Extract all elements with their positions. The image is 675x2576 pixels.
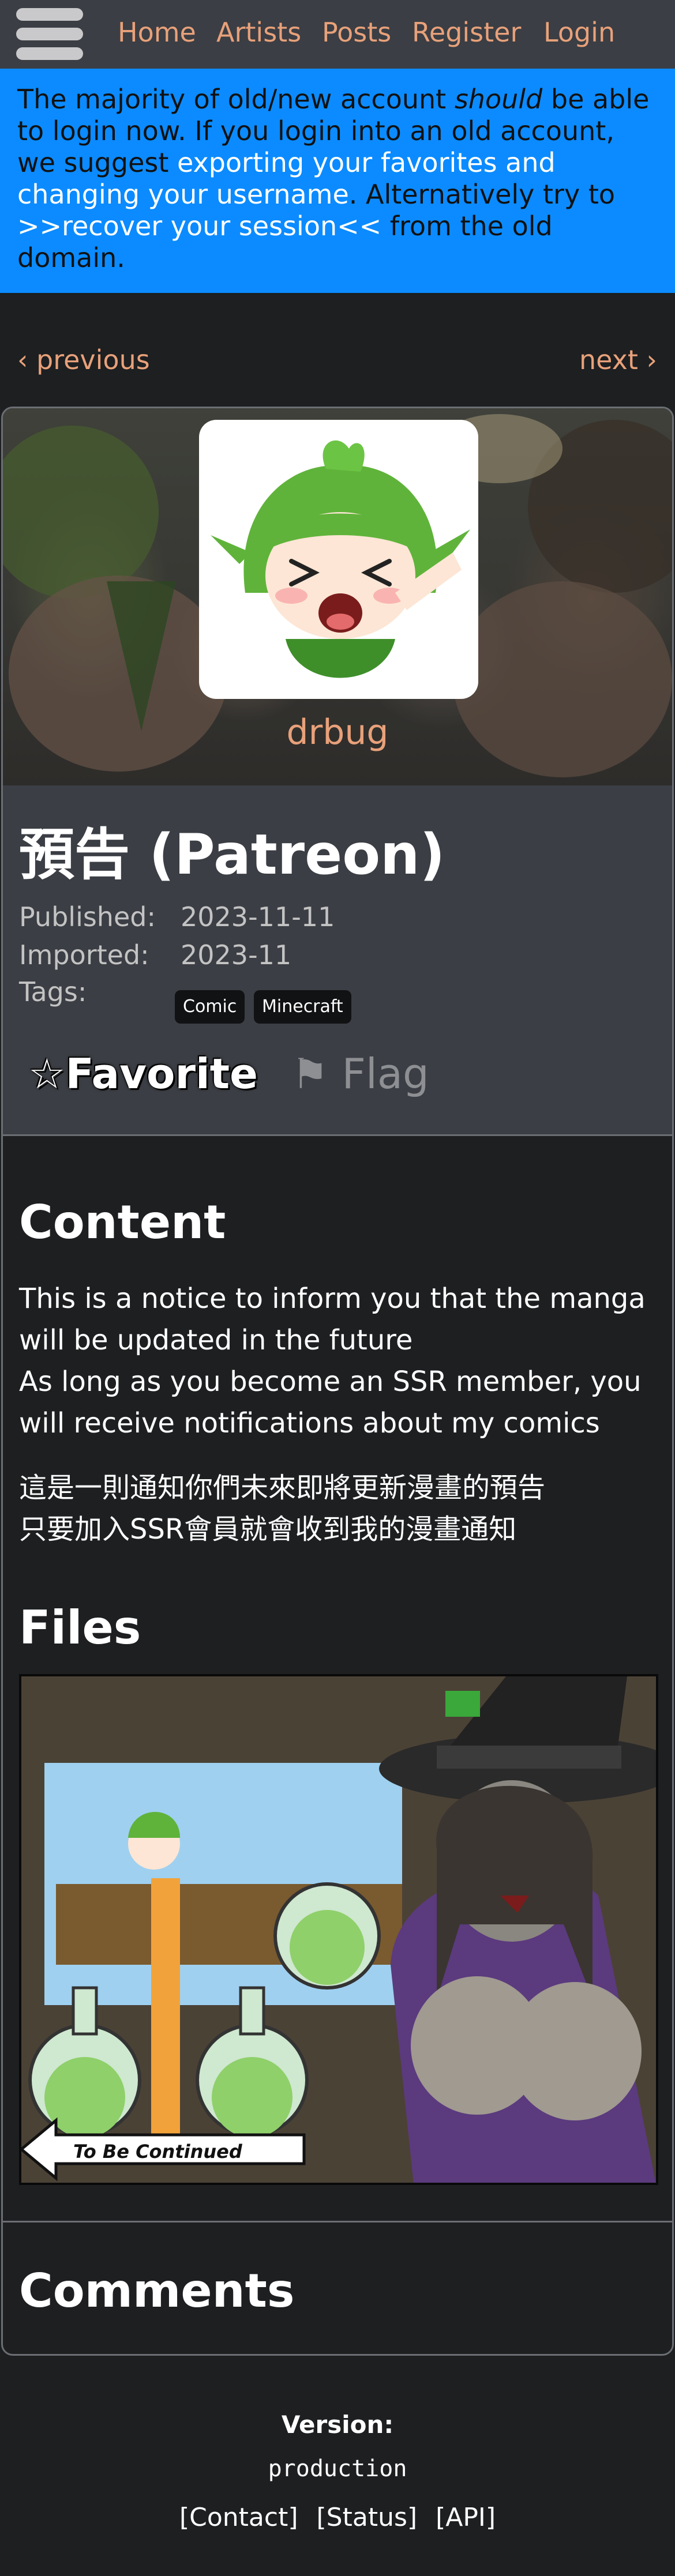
comments-heading: Comments xyxy=(19,2264,295,2318)
comments-divider xyxy=(3,2221,672,2222)
published-label: Published: xyxy=(19,901,156,932)
content-paragraph-chinese: 這是一則通知你們未來即將更新漫畫的預告 只要加入SSR會員就會收到我的漫畫通知 xyxy=(19,1472,546,1545)
next-post-link[interactable]: next › xyxy=(579,344,657,376)
previous-post-link[interactable]: ‹ previous xyxy=(17,344,150,376)
announcement-banner: The majority of old/new account should b… xyxy=(0,69,675,293)
favorite-button[interactable]: ☆Favorite xyxy=(28,1048,258,1100)
file-artwork: To Be Continued xyxy=(21,1676,656,2183)
version-label: Version: xyxy=(281,2410,394,2439)
chevron-left-icon: ‹ xyxy=(17,344,37,375)
flag-button[interactable]: ⚑ Flag xyxy=(291,1048,429,1100)
tag-minecraft[interactable]: Minecraft xyxy=(254,990,351,1024)
nav-home-link[interactable]: Home xyxy=(118,16,196,48)
flag-label: Flag xyxy=(342,1050,429,1098)
chevron-right-icon: › xyxy=(638,344,657,375)
imported-label: Imported: xyxy=(19,939,149,971)
post-file-image[interactable]: To Be Continued xyxy=(19,1674,658,2185)
previous-label: previous xyxy=(36,344,150,375)
recover-session-link[interactable]: >>recover your session<< xyxy=(17,210,381,242)
published-date: 2023-11-11 xyxy=(181,901,335,932)
next-label: next xyxy=(579,344,638,375)
favorite-label: Favorite xyxy=(65,1050,258,1098)
tag-comic[interactable]: Comic xyxy=(175,990,245,1024)
post-title: 預告 (Patreon) xyxy=(19,822,445,887)
flag-icon: ⚑ xyxy=(291,1050,342,1098)
content-heading: Content xyxy=(19,1195,226,1249)
artist-avatar[interactable] xyxy=(199,420,478,699)
hamburger-menu-icon[interactable] xyxy=(16,6,83,61)
files-heading: Files xyxy=(19,1601,141,1654)
api-link[interactable]: [API] xyxy=(436,2503,496,2532)
nav-login-link[interactable]: Login xyxy=(543,16,615,48)
nav-register-link[interactable]: Register xyxy=(412,16,521,48)
file-banner-text: To Be Continued xyxy=(73,2141,243,2163)
top-nav: Home Artists Posts Register Login xyxy=(0,0,675,69)
announcement-emphasis: should xyxy=(454,84,543,115)
artist-banner-image: drbug xyxy=(3,408,672,785)
star-icon: ☆ xyxy=(28,1050,66,1098)
imported-date: 2023-11 xyxy=(181,939,292,971)
content-paragraph-english: This is a notice to inform you that the … xyxy=(19,1283,646,1439)
tags-label: Tags: xyxy=(19,976,87,1007)
announcement-text: . Alternatively try to xyxy=(348,179,615,210)
footer-links: [Contact] [Status] [API] xyxy=(0,2502,675,2534)
post-header: 預告 (Patreon) Published: 2023-11-11 Impor… xyxy=(3,785,672,1136)
post-content: This is a notice to inform you that the … xyxy=(19,1278,659,1550)
version-value: production xyxy=(268,2455,407,2482)
status-link[interactable]: [Status] xyxy=(317,2503,418,2532)
announcement-text: The majority of old/new account xyxy=(17,84,455,115)
nav-artists-link[interactable]: Artists xyxy=(216,16,301,48)
avatar-artwork xyxy=(211,440,470,678)
contact-link[interactable]: [Contact] xyxy=(179,2503,298,2532)
nav-posts-link[interactable]: Posts xyxy=(322,16,391,48)
artist-name-link[interactable]: drbug xyxy=(3,711,672,754)
post-card: drbug 預告 (Patreon) Published: 2023-11-11… xyxy=(1,407,674,2356)
